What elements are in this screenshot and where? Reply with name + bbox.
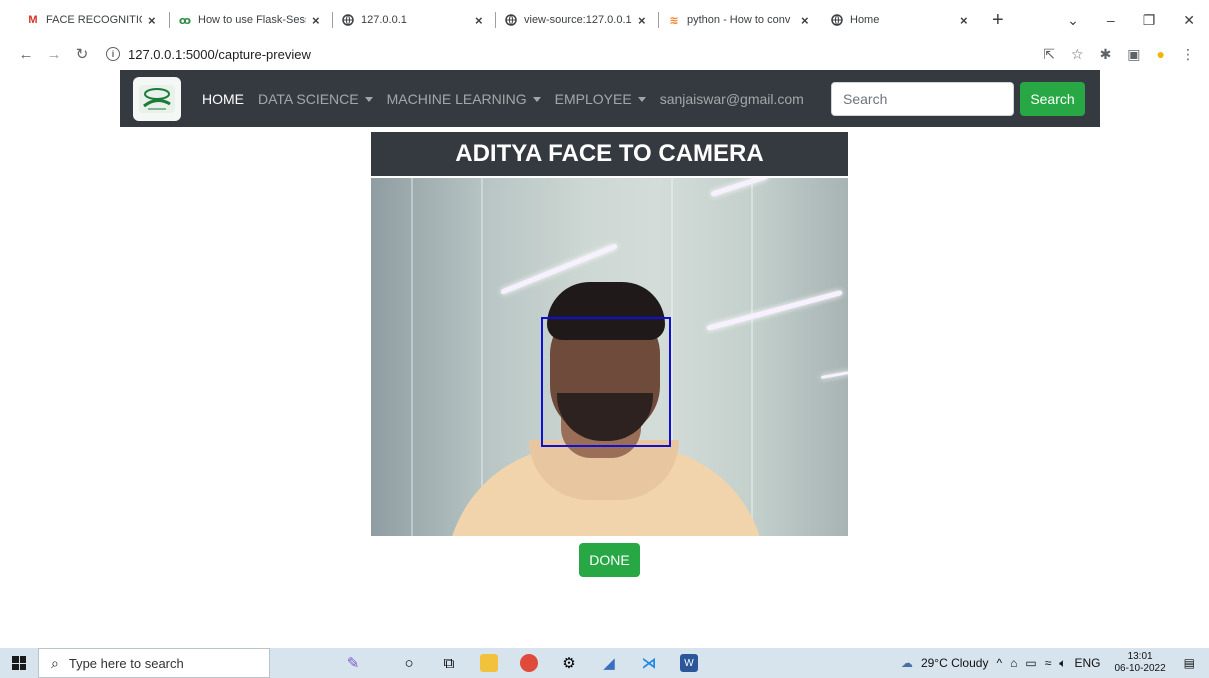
taskbar-pinned-apps: ✎ ○ ⧉ ⚙ ◢ ⋊ W <box>328 654 698 672</box>
cortana-icon[interactable]: ○ <box>400 654 418 672</box>
caret-down-icon <box>532 97 541 103</box>
nav-machine-learning-dropdown[interactable]: MACHINE LEARNING <box>387 91 541 107</box>
wifi-icon[interactable]: ≈ <box>1045 656 1052 670</box>
search-highlight-icon[interactable]: ✎ <box>328 654 378 672</box>
browser-tab-strip: M FACE RECOGNITION T × ꝏ How to use Flas… <box>0 0 1209 40</box>
extensions-puzzle-icon[interactable]: ✱ <box>1100 46 1112 63</box>
close-icon[interactable]: × <box>312 13 320 28</box>
address-bar-actions: ⇱ ☆ ✱ ▣ ● ⋮ <box>1043 40 1195 68</box>
file-explorer-icon[interactable] <box>480 654 498 672</box>
tab-label: view-source:127.0.0.1 <box>524 14 632 26</box>
nav-user-email[interactable]: sanjaiswar@gmail.com <box>660 91 804 107</box>
share-icon[interactable]: ⇱ <box>1043 46 1055 63</box>
settings-gear-icon[interactable]: ⚙ <box>560 654 578 672</box>
caret-down-icon <box>364 97 373 103</box>
search-button[interactable]: Search <box>1020 82 1085 116</box>
info-icon[interactable]: i <box>106 47 120 61</box>
word-icon[interactable]: W <box>680 654 698 672</box>
profile-avatar-icon[interactable]: ● <box>1157 46 1165 62</box>
browser-tab-view-source[interactable]: view-source:127.0.0.1 × <box>496 0 659 40</box>
browser-tab-gmail[interactable]: M FACE RECOGNITION T × <box>18 0 170 40</box>
vscode-icon[interactable]: ⋊ <box>640 654 658 672</box>
new-tab-plus-icon[interactable]: + <box>992 9 1004 32</box>
done-button[interactable]: DONE <box>579 543 640 577</box>
network-icon[interactable]: ⌂ <box>1010 656 1017 670</box>
browser-tab-flask[interactable]: ꝏ How to use Flask-Sess × <box>170 0 333 40</box>
face-detection-box <box>541 317 671 447</box>
volume-icon[interactable]: 🔈︎ <box>1059 656 1066 671</box>
logo-image-icon <box>139 84 175 113</box>
close-icon[interactable]: × <box>638 13 646 28</box>
browser-tab-localhost[interactable]: 127.0.0.1 × <box>333 0 496 40</box>
window-controls: ⌄ – ❐ ✕ <box>1067 0 1201 40</box>
globe-icon <box>341 13 355 27</box>
tab-label: python - How to conv <box>687 14 791 26</box>
stackoverflow-icon: ≋ <box>669 14 679 27</box>
tab-label: Home <box>850 14 880 26</box>
globe-icon <box>830 13 844 27</box>
tab-search-chevron-icon[interactable]: ⌄ <box>1067 12 1079 29</box>
nav-links: HOME DATA SCIENCE MACHINE LEARNING EMPLO… <box>202 91 804 107</box>
page-title: ADITYA FACE TO CAMERA <box>371 132 848 176</box>
close-icon[interactable]: × <box>960 13 968 28</box>
clock-time: 13:01 <box>1127 651 1153 662</box>
ceiling-light <box>710 178 769 197</box>
tab-label: FACE RECOGNITION T <box>46 14 142 26</box>
clock-date: 06-10-2022 <box>1114 663 1166 674</box>
browser-tab-stackoverflow[interactable]: ≋ python - How to conv × <box>659 0 822 40</box>
nav-employee-label: EMPLOYEE <box>554 90 632 107</box>
ceiling-light <box>706 289 843 331</box>
app-icon[interactable]: ◢ <box>600 654 618 672</box>
tab-label: How to use Flask-Sess <box>198 14 306 26</box>
battery-icon[interactable]: ▭ <box>1025 656 1036 670</box>
ceiling-light <box>820 370 848 379</box>
weather-text[interactable]: 29°C Cloudy <box>921 656 989 670</box>
gfg-icon: ꝏ <box>178 14 192 27</box>
cloud-icon: ☁ <box>900 656 913 670</box>
tab-label: 127.0.0.1 <box>361 14 407 26</box>
taskbar-search-placeholder: Type here to search <box>68 655 184 671</box>
system-tray: ☁ 29°C Cloudy ^ ⌂ ▭ ≈ 🔈︎ ENG 13:01 06-10… <box>901 648 1195 678</box>
chevron-up-icon[interactable]: ^ <box>996 656 1002 670</box>
nav-data-science-label: DATA SCIENCE <box>258 90 359 107</box>
forward-arrow-icon[interactable]: → <box>42 46 66 63</box>
nav-data-science-dropdown[interactable]: DATA SCIENCE <box>258 91 373 107</box>
windows-taskbar: ⌕ Type here to search ✎ ○ ⧉ ⚙ ◢ ⋊ W ☁ 29… <box>0 648 1209 678</box>
site-navbar: HOME DATA SCIENCE MACHINE LEARNING EMPLO… <box>120 70 1100 127</box>
url-text: 127.0.0.1:5000/capture-preview <box>128 46 311 62</box>
globe-icon <box>504 13 518 27</box>
taskbar-search-input[interactable]: ⌕ Type here to search <box>38 648 270 678</box>
side-panel-icon[interactable]: ▣ <box>1127 46 1140 63</box>
address-bar: ← → ↻ i 127.0.0.1:5000/capture-preview ⇱… <box>0 40 1209 68</box>
search-icon: ⌕ <box>51 654 59 671</box>
gmail-icon: M <box>28 14 38 26</box>
reload-icon[interactable]: ↻ <box>70 45 94 63</box>
windows-logo-icon <box>12 656 26 670</box>
chrome-icon[interactable] <box>520 654 538 672</box>
minimize-icon[interactable]: – <box>1107 12 1115 28</box>
notification-icon[interactable]: ▤ <box>1184 656 1195 670</box>
caret-down-icon <box>637 97 646 103</box>
close-icon[interactable]: × <box>148 13 156 28</box>
nav-machine-learning-label: MACHINE LEARNING <box>386 90 527 107</box>
camera-preview <box>371 178 848 536</box>
site-logo[interactable] <box>133 76 181 121</box>
back-arrow-icon[interactable]: ← <box>14 46 38 63</box>
task-view-icon[interactable]: ⧉ <box>440 654 458 672</box>
close-icon[interactable]: × <box>475 13 483 28</box>
language-indicator[interactable]: ENG <box>1074 656 1100 670</box>
search-input[interactable]: Search <box>831 82 1014 116</box>
nav-home[interactable]: HOME <box>202 91 244 107</box>
close-icon[interactable]: × <box>801 13 809 28</box>
nav-employee-dropdown[interactable]: EMPLOYEE <box>555 91 646 107</box>
restore-icon[interactable]: ❐ <box>1143 12 1156 29</box>
bookmark-star-icon[interactable]: ☆ <box>1071 46 1084 63</box>
close-window-icon[interactable]: ✕ <box>1183 12 1195 29</box>
browser-tab-home[interactable]: Home × <box>822 0 982 40</box>
kebab-menu-icon[interactable]: ⋮ <box>1181 46 1195 63</box>
url-field[interactable]: i 127.0.0.1:5000/capture-preview <box>106 47 311 62</box>
start-button[interactable] <box>0 648 38 678</box>
clock[interactable]: 13:01 06-10-2022 <box>1115 651 1166 675</box>
